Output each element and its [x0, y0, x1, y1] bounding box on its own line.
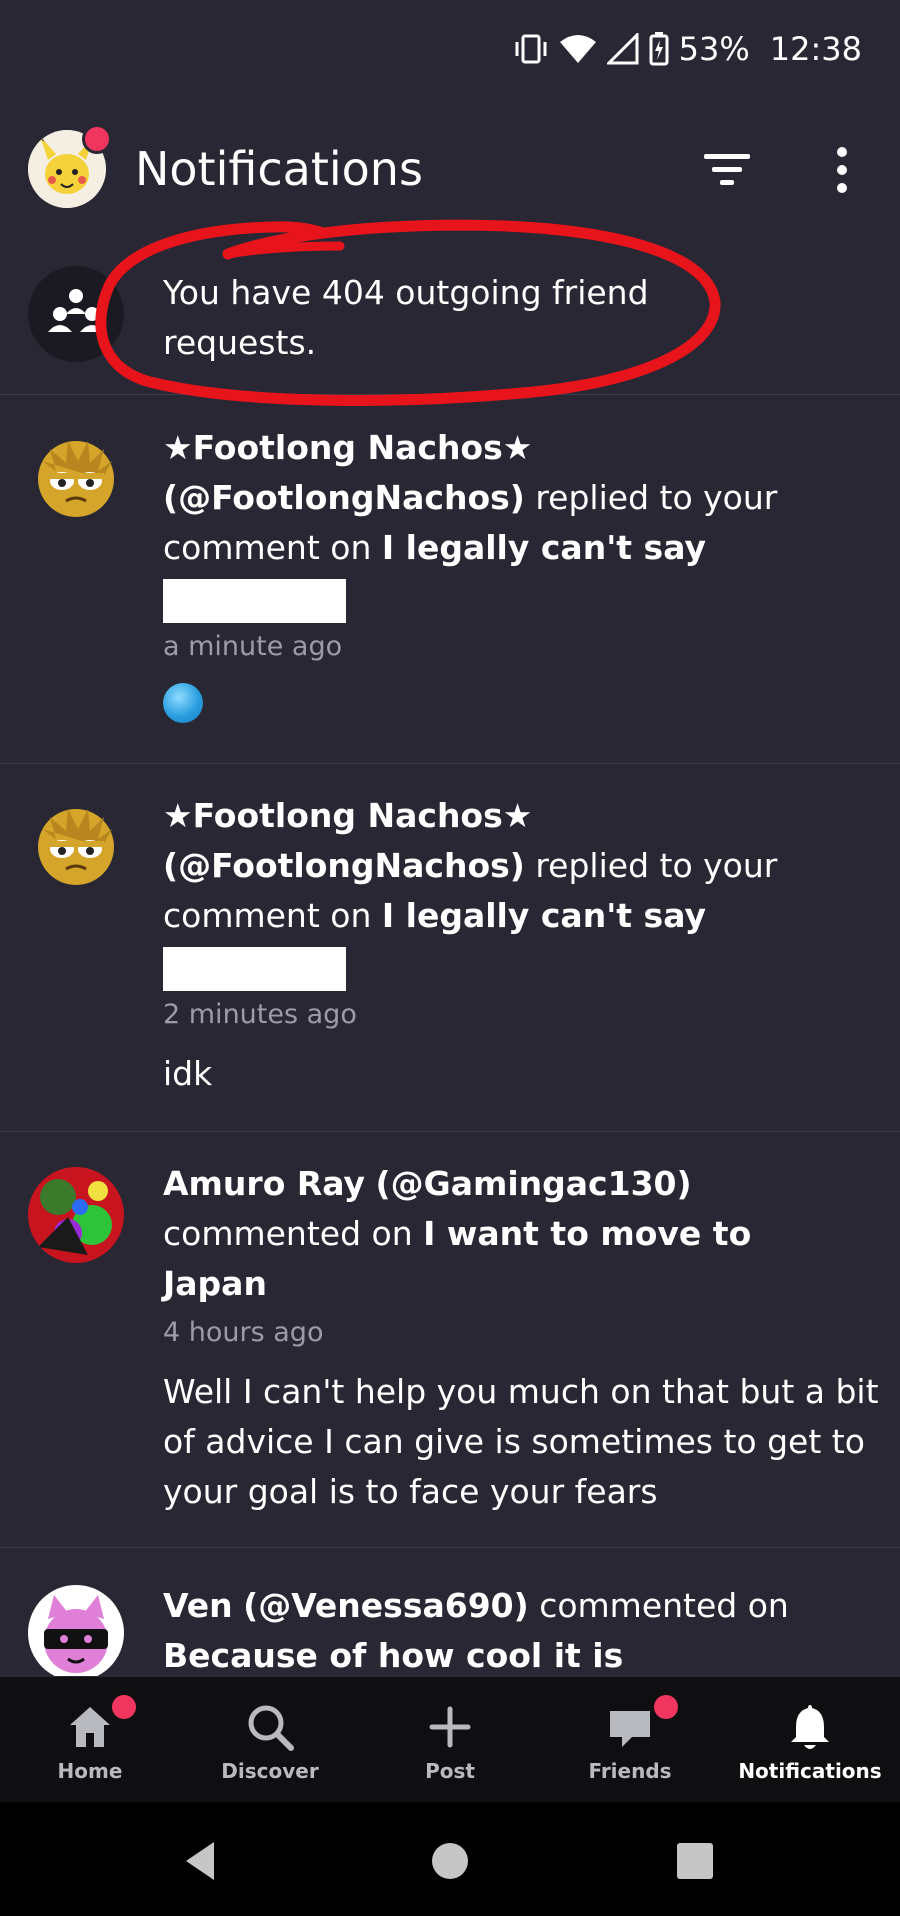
- notification-item[interactable]: ★Footlong Nachos★ (@FootlongNachos) repl…: [0, 395, 900, 764]
- user-handle[interactable]: (@Venessa690): [243, 1586, 529, 1625]
- notification-action: commented on: [163, 1214, 413, 1253]
- plus-icon: [429, 1706, 471, 1748]
- notification-text: ★Footlong Nachos★ (@FootlongNachos) repl…: [163, 791, 823, 941]
- footlong-nachos-avatar-image: [28, 431, 124, 527]
- user-avatar[interactable]: [28, 1585, 124, 1676]
- user-handle[interactable]: (@Gamingac130): [376, 1164, 692, 1203]
- home-circle-icon[interactable]: [425, 1836, 475, 1886]
- nav-discover[interactable]: Discover: [180, 1677, 360, 1803]
- wifi-icon: [559, 35, 596, 63]
- post-title-link[interactable]: I legally can't say: [382, 896, 706, 935]
- user-handle[interactable]: (@FootlongNachos): [163, 846, 525, 885]
- battery-icon: [649, 32, 669, 66]
- user-name[interactable]: Ven: [163, 1586, 233, 1625]
- nav-post[interactable]: Post: [360, 1677, 540, 1803]
- amuro-ray-avatar-image: [28, 1167, 124, 1263]
- user-name[interactable]: Amuro Ray: [163, 1164, 365, 1203]
- nav-friends-label: Friends: [588, 1759, 672, 1783]
- user-avatar[interactable]: [28, 431, 124, 527]
- notification-body: ★Footlong Nachos★ (@FootlongNachos) repl…: [163, 423, 883, 737]
- vibrate-icon: [515, 34, 547, 64]
- notification-item[interactable]: Ven (@Venessa690) commented on Because o…: [0, 1547, 900, 1676]
- user-handle[interactable]: (@FootlongNachos): [163, 478, 525, 517]
- notification-time: a minute ago: [163, 631, 343, 662]
- comment-preview: idk: [163, 1054, 213, 1093]
- app-header: Notifications: [0, 120, 900, 220]
- notification-item[interactable]: ★Footlong Nachos★ (@FootlongNachos) repl…: [0, 763, 900, 1132]
- search-icon: [248, 1705, 294, 1751]
- blue-circle-emoji: [163, 683, 203, 723]
- filter-button[interactable]: [700, 146, 756, 194]
- status-icons: 53% 12:38: [513, 30, 862, 68]
- comment-preview: Well I can't help you much on that but a…: [163, 1372, 879, 1511]
- nav-notifications-label: Notifications: [738, 1759, 882, 1783]
- nav-notifications[interactable]: Notifications: [720, 1677, 900, 1803]
- chat-bubble-icon: [610, 1711, 650, 1747]
- notification-text: Ven (@Venessa690) commented on Because o…: [163, 1581, 823, 1676]
- redaction-block: [163, 579, 346, 623]
- home-icon: [70, 1707, 110, 1747]
- notification-text: Amuro Ray (@Gamingac130) commented on I …: [163, 1159, 763, 1309]
- notification-time: 2 minutes ago: [163, 999, 357, 1030]
- nav-home-label: Home: [57, 1759, 123, 1783]
- nav-home[interactable]: Home: [0, 1677, 180, 1803]
- friends-notification-badge: [654, 1695, 678, 1719]
- profile-notification-badge: [82, 124, 112, 154]
- ven-avatar-image: [28, 1585, 124, 1676]
- user-name[interactable]: ★Footlong Nachos★: [163, 428, 532, 467]
- notification-body: Amuro Ray (@Gamingac130) commented on I …: [163, 1159, 883, 1517]
- recents-square-icon[interactable]: [670, 1836, 720, 1886]
- post-title-link[interactable]: Because of how cool it is: [163, 1636, 623, 1675]
- profile-avatar[interactable]: [28, 124, 112, 208]
- home-notification-badge: [112, 1695, 136, 1719]
- back-icon[interactable]: [178, 1836, 228, 1886]
- nav-discover-label: Discover: [221, 1759, 319, 1783]
- notification-time: 4 hours ago: [163, 1317, 324, 1348]
- notification-body: ★Footlong Nachos★ (@FootlongNachos) repl…: [163, 791, 883, 1099]
- redaction-block: [163, 947, 346, 991]
- outgoing-friend-requests-row[interactable]: You have 404 outgoing friend requests.: [0, 258, 900, 395]
- nav-friends[interactable]: Friends: [540, 1677, 720, 1803]
- status-bar: 53% 12:38: [0, 0, 900, 104]
- battery-percent: 53%: [678, 30, 750, 68]
- notification-action: commented on: [539, 1586, 789, 1625]
- friend-requests-icon-wrap: [28, 266, 124, 362]
- group-users-icon: [48, 289, 104, 332]
- notification-text: ★Footlong Nachos★ (@FootlongNachos) repl…: [163, 423, 823, 573]
- clock: 12:38: [769, 30, 862, 68]
- nav-post-label: Post: [425, 1759, 475, 1783]
- page-title: Notifications: [135, 142, 423, 196]
- bottom-navigation: Home Discover Post Friends Notifications: [0, 1676, 900, 1803]
- system-navigation-bar: [0, 1802, 900, 1916]
- more-options-button[interactable]: [818, 144, 866, 196]
- user-name[interactable]: ★Footlong Nachos★: [163, 796, 532, 835]
- notification-body: Ven (@Venessa690) commented on Because o…: [163, 1581, 883, 1676]
- footlong-nachos-avatar-image: [28, 799, 124, 895]
- post-title-link[interactable]: I legally can't say: [382, 528, 706, 567]
- friend-requests-text: You have 404 outgoing friend requests.: [163, 273, 649, 362]
- user-avatar[interactable]: [28, 1167, 124, 1263]
- user-avatar[interactable]: [28, 799, 124, 895]
- cell-signal-icon: [606, 33, 639, 65]
- more-vertical-icon: [837, 147, 847, 193]
- bell-icon: [791, 1705, 829, 1749]
- filter-icon: [704, 154, 750, 185]
- notification-item[interactable]: Amuro Ray (@Gamingac130) commented on I …: [0, 1131, 900, 1548]
